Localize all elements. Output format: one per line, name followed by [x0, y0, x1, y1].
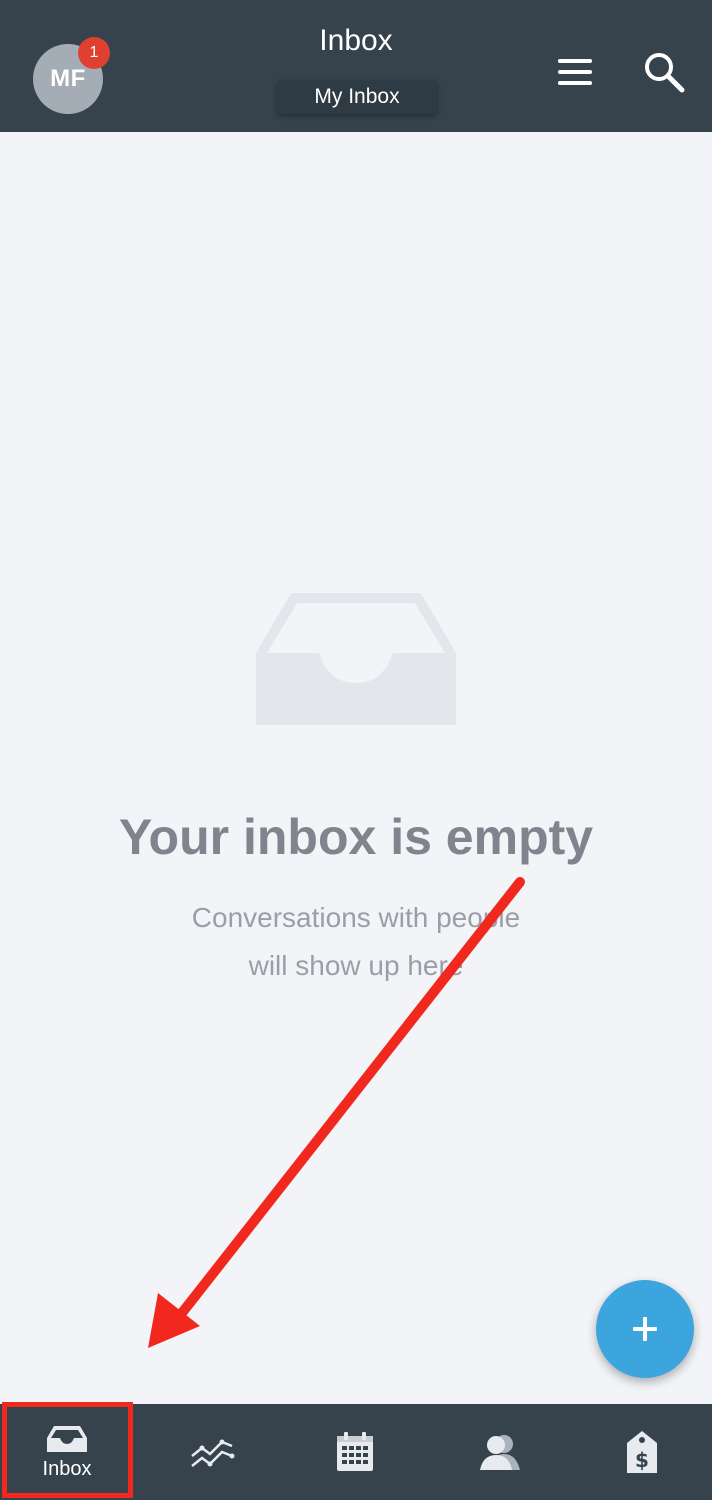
empty-state-title: Your inbox is empty [118, 809, 594, 865]
price-tag-icon: $ [627, 1431, 657, 1473]
line-chart-icon [191, 1439, 235, 1467]
empty-state-subtitle: Conversations with people will show up h… [0, 894, 712, 990]
inbox-tray-icon [47, 1425, 87, 1452]
empty-state-subtitle-line1: Conversations with people [191, 902, 521, 933]
plus-icon [633, 1317, 657, 1341]
search-button[interactable] [640, 48, 688, 96]
nav-item-inbox[interactable]: Inbox [7, 1404, 127, 1500]
nav-item-stats[interactable] [152, 1404, 272, 1500]
search-icon [645, 53, 685, 93]
nav-item-calendar[interactable] [295, 1404, 415, 1500]
app-header: MF 1 Inbox My Inbox [0, 0, 712, 132]
bottom-nav: Inbox $ [0, 1404, 712, 1500]
menu-icon [558, 59, 592, 85]
inbox-tray-icon [256, 593, 456, 725]
annotation-arrow [148, 877, 525, 1348]
svg-text:$: $ [635, 1448, 649, 1472]
avatar-initials: MF [50, 65, 86, 92]
page-title: Inbox [319, 24, 393, 57]
calendar-icon [337, 1432, 373, 1471]
compose-button[interactable] [596, 1280, 694, 1378]
contacts-icon [480, 1435, 520, 1470]
nav-item-label: Inbox [42, 1457, 92, 1480]
menu-button[interactable] [551, 48, 599, 96]
inbox-selector[interactable]: My Inbox [277, 80, 437, 114]
empty-state-subtitle-line2: will show up here [248, 950, 464, 981]
nav-item-contacts[interactable] [440, 1404, 560, 1500]
nav-item-deals[interactable]: $ [582, 1404, 702, 1500]
